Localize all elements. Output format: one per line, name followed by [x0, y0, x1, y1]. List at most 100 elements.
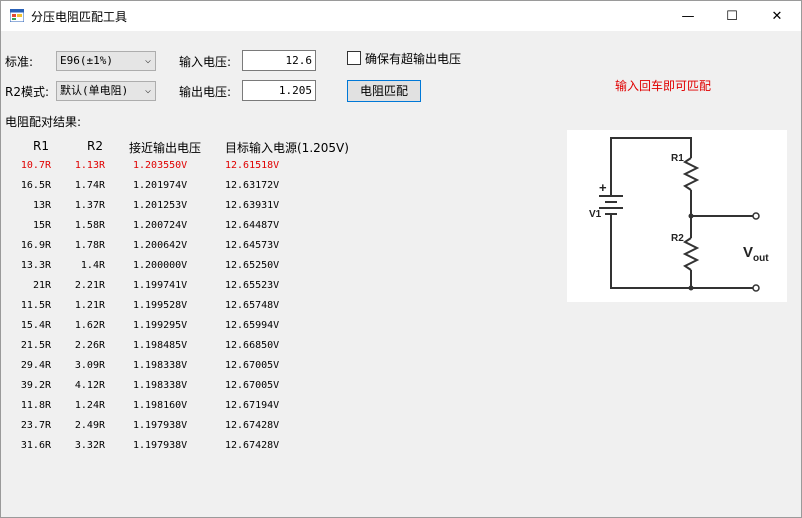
- table-cell: 1.74R: [74, 180, 105, 191]
- table-cell: 29.4R: [20, 360, 51, 371]
- standard-value: E96(±1%): [60, 54, 113, 67]
- table-cell: 1.198485V: [133, 340, 188, 351]
- table-cell: 15.4R: [20, 320, 51, 331]
- table-row: 16.5R 1.74R 1.201974V 12.63172V: [1, 178, 361, 198]
- table-cell: 12.65523V: [225, 280, 280, 291]
- vout-label: 输出电压:: [179, 85, 232, 99]
- table-cell: 4.12R: [74, 380, 105, 391]
- table-row: 15R 1.58R 1.200724V 12.64487V: [1, 218, 361, 238]
- table-cell: 1.13R: [74, 160, 105, 171]
- results-list: 10.7R 1.13R 1.203550V 12.61518V 16.5R 1.74R 1.…: [1, 158, 361, 458]
- table-row: 23.7R 2.49R 1.197938V 12.67428V: [1, 418, 361, 438]
- results-title: 电阻配对结果:: [5, 115, 82, 129]
- table-cell: 1.37R: [74, 200, 105, 211]
- table-cell: 10.7R: [20, 160, 51, 171]
- ensure-over-checkbox[interactable]: [347, 51, 361, 65]
- table-cell: 11.8R: [20, 400, 51, 411]
- table-cell: 3.09R: [74, 360, 105, 371]
- table-cell: 1.58R: [74, 220, 105, 231]
- table-cell: 12.63931V: [225, 200, 280, 211]
- table-cell: 1.21R: [74, 300, 105, 311]
- table-cell: 16.5R: [20, 180, 51, 191]
- table-row: 13R 1.37R 1.201253V 12.63931V: [1, 198, 361, 218]
- close-button[interactable]: ✕: [754, 1, 800, 31]
- table-cell: 16.9R: [20, 240, 51, 251]
- table-cell: 1.200642V: [133, 240, 188, 251]
- maximize-icon: ☐: [726, 8, 738, 24]
- table-cell: 12.63172V: [225, 180, 280, 191]
- header-r2: R2: [87, 139, 103, 153]
- table-row: 31.6R 3.32R 1.197938V 12.67428V: [1, 438, 361, 458]
- table-row: 39.2R 4.12R 1.198338V 12.67005V: [1, 378, 361, 398]
- match-button[interactable]: 电阻匹配: [347, 80, 421, 102]
- table-cell: 12.65250V: [225, 260, 280, 271]
- table-cell: 1.198338V: [133, 360, 188, 371]
- table-cell: 12.64573V: [225, 240, 280, 251]
- r1-label: R1: [671, 153, 684, 164]
- divider-diagram: R1 R2 V1 + Vout: [567, 130, 787, 302]
- table-cell: 31.6R: [20, 440, 51, 451]
- table-cell: 1.201974V: [133, 180, 188, 191]
- r2mode-select[interactable]: 默认(单电阻) ⌵: [56, 81, 156, 101]
- close-icon: ✕: [771, 8, 783, 24]
- r2-label: R2: [671, 233, 684, 244]
- table-cell: 12.65994V: [225, 320, 280, 331]
- table-cell: 12.61518V: [225, 160, 280, 171]
- window-title: 分压电阻匹配工具: [31, 10, 128, 24]
- table-cell: 1.198160V: [133, 400, 188, 411]
- vin-input[interactable]: 12.6: [242, 50, 316, 71]
- r2mode-value: 默认(单电阻): [60, 84, 129, 97]
- table-row: 21.5R 2.26R 1.198485V 12.66850V: [1, 338, 361, 358]
- table-row: 15.4R 1.62R 1.199295V 12.65994V: [1, 318, 361, 338]
- table-cell: 1.4R: [80, 260, 105, 271]
- table-cell: 12.67005V: [225, 380, 280, 391]
- table-cell: 21R: [32, 280, 51, 291]
- table-row: 11.5R 1.21R 1.199528V 12.65748V: [1, 298, 361, 318]
- table-cell: 23.7R: [20, 420, 51, 431]
- table-cell: 15R: [32, 220, 51, 231]
- table-cell: 13R: [32, 200, 51, 211]
- table-cell: 12.66850V: [225, 340, 280, 351]
- vout-label: Vout: [743, 244, 769, 264]
- table-cell: 1.198338V: [133, 380, 188, 391]
- minimize-button[interactable]: —: [665, 1, 711, 31]
- app-icon: [10, 9, 24, 22]
- table-cell: 1.203550V: [133, 160, 188, 171]
- table-cell: 1.201253V: [133, 200, 188, 211]
- standard-select[interactable]: E96(±1%) ⌵: [56, 51, 156, 71]
- r2mode-label: R2模式:: [5, 85, 50, 99]
- table-cell: 12.64487V: [225, 220, 280, 231]
- header-target: 目标输入电源(1.205V): [225, 141, 349, 155]
- hint-text: 输入回车即可匹配: [615, 79, 712, 93]
- table-cell: 3.32R: [74, 440, 105, 451]
- table-row: 13.3R 1.4R 1.200000V 12.65250V: [1, 258, 361, 278]
- table-cell: 1.197938V: [133, 440, 188, 451]
- table-cell: 12.65748V: [225, 300, 280, 311]
- table-row: 16.9R 1.78R 1.200642V 12.64573V: [1, 238, 361, 258]
- table-cell: 1.24R: [74, 400, 105, 411]
- header-vout: 接近输出电压: [129, 141, 202, 155]
- table-cell: 1.199741V: [133, 280, 188, 291]
- table-row: 11.8R 1.24R 1.198160V 12.67194V: [1, 398, 361, 418]
- vin-label: 输入电压:: [179, 55, 232, 69]
- table-row: 29.4R 3.09R 1.198338V 12.67005V: [1, 358, 361, 378]
- table-row: 10.7R 1.13R 1.203550V 12.61518V: [1, 158, 361, 178]
- table-cell: 12.67194V: [225, 400, 280, 411]
- ensure-over-label: 确保有超输出电压: [365, 52, 462, 66]
- table-cell: 12.67428V: [225, 420, 280, 431]
- table-cell: 2.26R: [74, 340, 105, 351]
- title-bar: 分压电阻匹配工具 — ☐ ✕: [1, 1, 801, 31]
- header-r1: R1: [33, 139, 49, 153]
- chevron-down-icon: ⌵: [144, 55, 151, 66]
- vout-input[interactable]: 1.205: [242, 80, 316, 101]
- table-cell: 12.67005V: [225, 360, 280, 371]
- table-cell: 1.200000V: [133, 260, 188, 271]
- table-cell: 39.2R: [20, 380, 51, 391]
- table-cell: 1.199295V: [133, 320, 188, 331]
- table-cell: 1.200724V: [133, 220, 188, 231]
- table-cell: 2.49R: [74, 420, 105, 431]
- table-cell: 1.199528V: [133, 300, 188, 311]
- maximize-button[interactable]: ☐: [709, 1, 755, 31]
- table-cell: 1.62R: [74, 320, 105, 331]
- table-cell: 2.21R: [74, 280, 105, 291]
